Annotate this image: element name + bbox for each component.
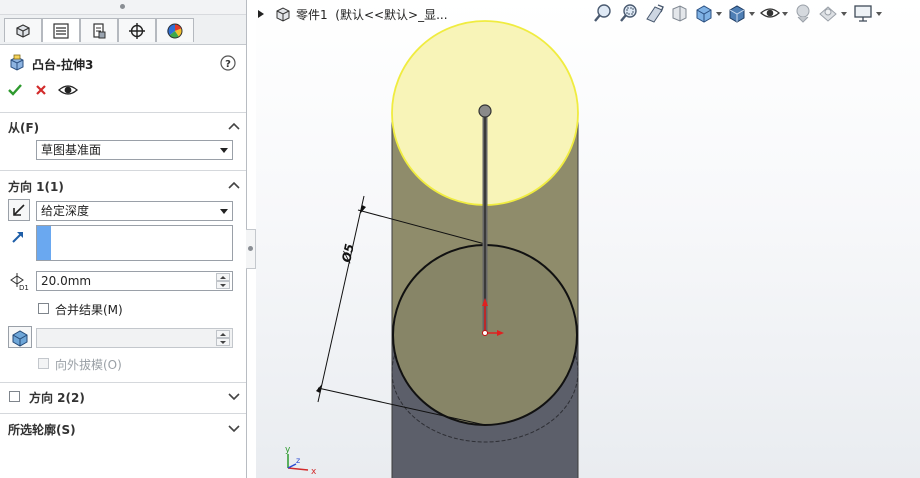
- triad-x-label: x: [311, 467, 317, 477]
- collapse-chevron-icon[interactable]: [228, 121, 240, 131]
- chevron-down-icon: [220, 148, 228, 153]
- part-name[interactable]: 零件1 (默认<<默认>_显...: [296, 6, 448, 23]
- from-section-header[interactable]: 从(F): [8, 119, 39, 136]
- direction2-section-header[interactable]: 方向 2(2): [29, 389, 85, 406]
- display-style-icon[interactable]: [726, 2, 748, 24]
- tab-featuremanager[interactable]: [4, 18, 42, 42]
- end-condition-select[interactable]: 给定深度: [36, 201, 233, 221]
- displaymanager-icon: [167, 23, 183, 38]
- apply-scene-icon[interactable]: [817, 2, 839, 24]
- extrude-boss-icon: [10, 54, 24, 71]
- expand-tree-icon[interactable]: [256, 9, 266, 19]
- reverse-direction-button[interactable]: [8, 199, 30, 221]
- direction2-checkbox[interactable]: [9, 391, 20, 402]
- merge-result-checkbox[interactable]: [38, 303, 49, 314]
- featuremanager-icon: [16, 23, 30, 38]
- model-scene[interactable]: Ø5 y x z: [256, 0, 920, 478]
- ok-check-icon[interactable]: [7, 82, 23, 98]
- manager-tab-bar: [0, 15, 246, 45]
- section-view-icon[interactable]: [668, 2, 690, 24]
- draft-outward-label: 向外拔模(O): [55, 358, 122, 372]
- collapse-chevron-icon[interactable]: [228, 180, 240, 190]
- coordinate-triad: y x z: [285, 445, 317, 477]
- dimension-label[interactable]: Ø5: [339, 243, 357, 265]
- start-condition-value: 草图基准面: [41, 143, 102, 157]
- spin-up-button[interactable]: [216, 330, 230, 338]
- reverse-direction-icon: [13, 204, 25, 216]
- preview-eye-icon[interactable]: [58, 82, 78, 98]
- triad-z-label: z: [296, 456, 300, 465]
- end-condition-value: 给定深度: [41, 204, 90, 218]
- direction1-section-header[interactable]: 方向 1(1): [8, 178, 64, 195]
- feature-breadcrumb[interactable]: 零件1 (默认<<默认>_显...: [256, 0, 448, 28]
- previous-view-icon[interactable]: [644, 2, 666, 24]
- graphics-area[interactable]: Ø5 y x z 零件1 (默认<<默认>_显...: [256, 0, 920, 478]
- svg-text:?: ?: [225, 59, 231, 70]
- chevron-down-icon: [220, 209, 228, 214]
- draft-icon: [12, 330, 28, 347]
- cancel-x-icon[interactable]: [34, 83, 48, 97]
- expand-chevron-icon[interactable]: [228, 423, 240, 433]
- part-icon: [276, 7, 290, 22]
- direction-reference-selection-box[interactable]: [36, 225, 233, 261]
- selected-contours-section-header[interactable]: 所选轮廓(S): [8, 421, 76, 438]
- draft-angle-spinbox[interactable]: [36, 328, 233, 348]
- merge-result-label: 合并结果(M): [55, 303, 123, 317]
- drag-handle-knob[interactable]: [478, 104, 492, 118]
- spin-up-button[interactable]: [216, 273, 230, 281]
- panel-grip[interactable]: [0, 0, 246, 15]
- zoom-to-area-icon[interactable]: [618, 2, 640, 24]
- triad-y-label: y: [285, 445, 291, 455]
- heads-up-view-toolbar: [592, 2, 920, 26]
- tab-propertymanager[interactable]: [42, 18, 80, 42]
- view-orientation-icon[interactable]: [693, 2, 715, 24]
- view-settings-icon[interactable]: [852, 2, 874, 24]
- panel-splitter-handle[interactable]: [246, 229, 256, 269]
- dimxpertmanager-icon: [129, 22, 145, 39]
- depth-value: 20.0mm: [41, 274, 92, 288]
- draft-outward-checkbox[interactable]: [38, 358, 49, 369]
- spin-down-button[interactable]: [216, 338, 230, 346]
- zoom-to-fit-icon[interactable]: [592, 2, 614, 24]
- help-icon[interactable]: ?: [220, 55, 236, 71]
- start-condition-select[interactable]: 草图基准面: [36, 140, 233, 160]
- propertymanager-icon: [53, 22, 69, 39]
- depth-icon-label: D1: [19, 284, 29, 292]
- spin-down-button[interactable]: [216, 281, 230, 289]
- expand-chevron-icon[interactable]: [228, 391, 240, 401]
- hide-show-items-icon[interactable]: [759, 2, 781, 24]
- property-manager-panel: 凸台-拉伸3 ? 从(F) 草图基准面 方向 1(1) 给定深度 D1 20.0…: [0, 0, 247, 478]
- feature-title: 凸台-拉伸3: [32, 58, 94, 72]
- edit-appearance-icon[interactable]: [792, 2, 814, 24]
- configurationmanager-icon: [93, 22, 106, 38]
- depth-dimension-icon: D1: [10, 273, 29, 292]
- draft-toggle-button[interactable]: [8, 326, 32, 348]
- tab-displaymanager[interactable]: [156, 18, 194, 42]
- depth-spinbox[interactable]: 20.0mm: [36, 271, 233, 291]
- tab-configurationmanager[interactable]: [80, 18, 118, 42]
- tab-dimxpertmanager[interactable]: [118, 18, 156, 42]
- direction-arrow-icon: [12, 232, 23, 243]
